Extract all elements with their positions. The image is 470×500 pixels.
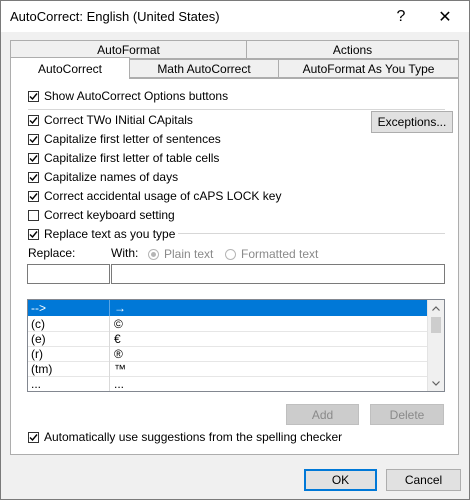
checkbox-checked-icon [28, 90, 39, 102]
tab-label: AutoFormat [97, 42, 160, 57]
checkbox-checked-icon [28, 171, 39, 183]
list-item-replace: --> [28, 300, 110, 316]
scroll-down-icon[interactable] [428, 375, 444, 391]
checkbox-checked-icon [28, 152, 39, 164]
list-item-replace: ... [28, 376, 110, 391]
exceptions-button[interactable]: Exceptions... [371, 111, 453, 133]
separator [28, 109, 445, 110]
checkbox-label: Capitalize first letter of table cells [44, 151, 220, 165]
close-icon: ✕ [438, 8, 452, 26]
entries-list[interactable]: --> → (c) © (e) € (r) ® (tm) ™ ... ... [27, 299, 445, 392]
tab-math-autocorrect[interactable]: Math AutoCorrect [129, 59, 279, 78]
checkbox-label: Correct keyboard setting [44, 208, 175, 222]
delete-button[interactable]: Delete [370, 404, 444, 425]
tab-actions[interactable]: Actions [246, 40, 459, 59]
radio-label: Formatted text [241, 247, 319, 261]
show-options-checkbox[interactable]: Show AutoCorrect Options buttons [28, 89, 228, 103]
keyboard-setting-checkbox[interactable]: Correct keyboard setting [28, 208, 175, 222]
scroll-up-icon[interactable] [428, 300, 444, 316]
capitalize-days-checkbox[interactable]: Capitalize names of days [28, 170, 178, 184]
list-item-with: ® [114, 346, 123, 361]
list-item[interactable]: (tm) ™ [28, 361, 427, 377]
button-label: Exceptions... [377, 115, 447, 129]
list-item[interactable]: --> → [28, 300, 427, 316]
list-item-with: ... [114, 376, 125, 391]
window-title: AutoCorrect: English (United States) [10, 9, 220, 24]
list-item-replace: (r) [28, 346, 110, 361]
tab-autocorrect[interactable]: AutoCorrect [10, 57, 130, 79]
tab-autoformat-as-you-type[interactable]: AutoFormat As You Type [278, 59, 459, 78]
tab-label: Math AutoCorrect [157, 61, 251, 76]
with-label: With: [111, 246, 139, 260]
caps-lock-checkbox[interactable]: Correct accidental usage of cAPS LOCK ke… [28, 189, 281, 203]
button-label: OK [331, 473, 350, 487]
help-icon: ? [396, 7, 406, 25]
plain-text-radio[interactable]: Plain text [148, 247, 213, 261]
list-item-with: ™ [114, 361, 126, 376]
checkbox-label: Automatically use suggestions from the s… [44, 430, 343, 444]
cancel-button[interactable]: Cancel [386, 469, 461, 491]
checkbox-label: Replace text as you type [44, 227, 176, 241]
checkbox-checked-icon [28, 114, 39, 126]
checkbox-unchecked-icon [28, 209, 39, 221]
tab-label: AutoCorrect [37, 61, 103, 76]
list-item[interactable]: ... ... [28, 376, 427, 391]
list-item-with: © [114, 316, 123, 331]
autocorrect-dialog: AutoCorrect: English (United States) ? ✕… [0, 0, 470, 500]
checkbox-label: Correct TWo INitial CApitals [44, 113, 193, 127]
checkbox-label: Capitalize first letter of sentences [44, 132, 221, 146]
radio-label: Plain text [164, 247, 214, 261]
checkbox-checked-icon [28, 431, 39, 443]
list-item[interactable]: (r) ® [28, 346, 427, 362]
tab-label: Actions [332, 42, 373, 57]
button-label: Add [311, 407, 334, 422]
list-item[interactable]: (e) € [28, 331, 427, 347]
list-item-replace: (tm) [28, 361, 110, 376]
formatted-text-radio[interactable]: Formatted text [225, 247, 318, 261]
list-item[interactable]: (c) © [28, 316, 427, 332]
tab-label: AutoFormat As You Type [302, 61, 435, 76]
list-item-replace: (e) [28, 331, 110, 346]
button-label: Cancel [404, 473, 443, 487]
checkbox-checked-icon [28, 133, 39, 145]
spelling-suggestions-checkbox[interactable]: Automatically use suggestions from the s… [28, 430, 342, 444]
list-item-with: → [114, 301, 126, 315]
title-bar: AutoCorrect: English (United States) ? ✕ [1, 1, 469, 32]
checkbox-checked-icon [28, 228, 39, 240]
replace-label: Replace: [28, 246, 76, 260]
two-initial-caps-checkbox[interactable]: Correct TWo INitial CApitals [28, 113, 193, 127]
capitalize-sentences-checkbox[interactable]: Capitalize first letter of sentences [28, 132, 221, 146]
add-button[interactable]: Add [286, 404, 359, 425]
checkbox-label: Correct accidental usage of cAPS LOCK ke… [44, 189, 282, 203]
with-input[interactable] [111, 264, 445, 284]
checkbox-checked-icon [28, 190, 39, 202]
scroll-thumb[interactable] [431, 317, 441, 333]
radio-unselected-icon [225, 248, 236, 260]
list-item-with: € [114, 331, 121, 346]
close-button[interactable]: ✕ [423, 1, 467, 32]
list-item-replace: (c) [28, 316, 110, 331]
ok-button[interactable]: OK [304, 469, 377, 491]
radio-selected-icon [148, 248, 159, 260]
checkbox-label: Capitalize names of days [44, 170, 179, 184]
replace-input[interactable] [27, 264, 110, 284]
button-label: Delete [389, 407, 425, 422]
list-scrollbar[interactable] [427, 300, 444, 391]
capitalize-table-cells-checkbox[interactable]: Capitalize first letter of table cells [28, 151, 219, 165]
replace-text-checkbox[interactable]: Replace text as you type [28, 227, 179, 241]
help-button[interactable]: ? [379, 1, 423, 32]
checkbox-label: Show AutoCorrect Options buttons [44, 89, 229, 103]
